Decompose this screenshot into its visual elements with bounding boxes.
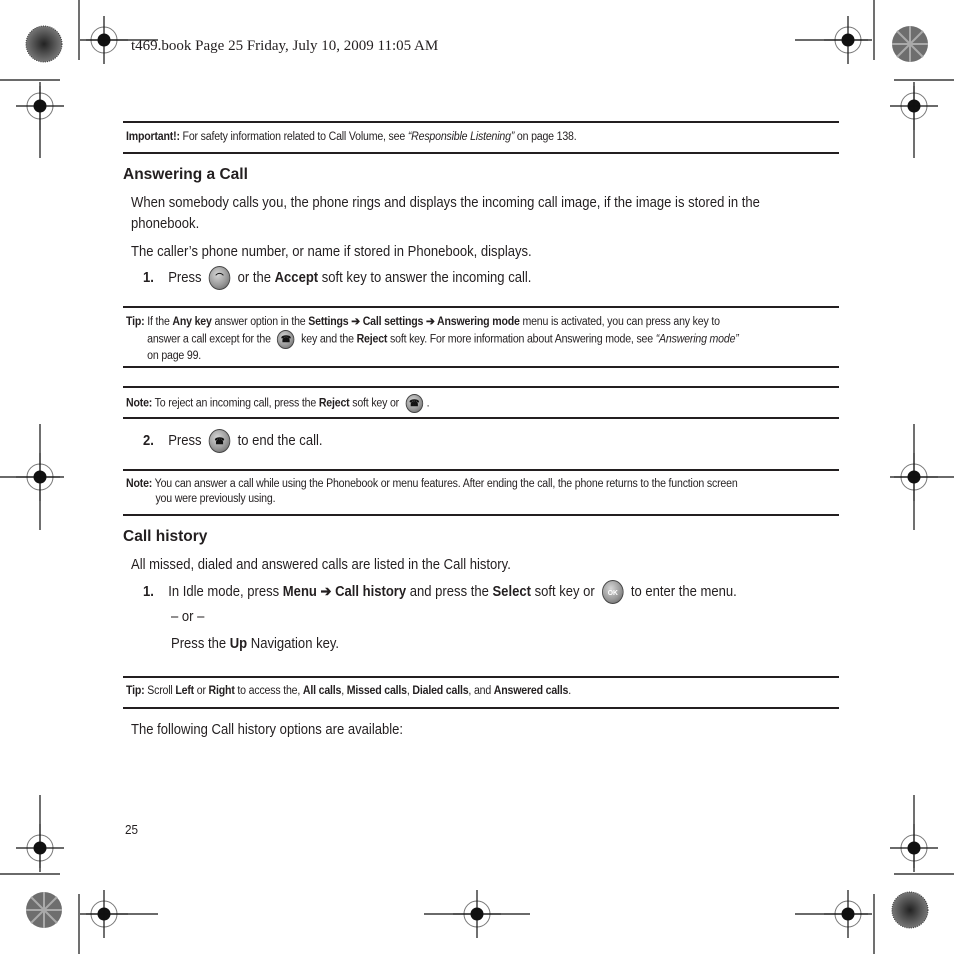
step-text: soft key or — [530, 583, 599, 600]
divider — [123, 152, 839, 154]
important-label: Important!: — [126, 131, 180, 143]
step-text: to end the call. — [233, 432, 323, 449]
tip-text: to access the, — [234, 685, 303, 697]
step-2-end-call: 2. Press ☎ to end the call. — [143, 429, 323, 453]
arrow-icon: ➔ — [423, 316, 438, 328]
tip-text: menu is activated, you can press any key… — [519, 316, 720, 328]
step-text: or the — [233, 269, 275, 286]
tip-bold: All calls — [302, 685, 342, 697]
divider — [123, 469, 839, 471]
step-text: Press — [168, 432, 202, 449]
note-text: you were previously using. — [155, 493, 276, 505]
note-answer-while-using: Note: You can answer a call while using … — [126, 477, 738, 507]
important-note: Important!: For safety information relat… — [126, 130, 577, 145]
tip-bold: Missed calls — [346, 685, 407, 697]
divider — [123, 366, 839, 368]
paragraph: The caller’s phone number, or name if st… — [131, 244, 532, 260]
arrow-icon: ➔ — [316, 583, 336, 600]
answering-mode-link[interactable]: “Answering mode” — [656, 334, 739, 346]
step-text: soft key to answer the incoming call. — [318, 269, 532, 286]
step-text: to enter the menu. — [627, 583, 737, 600]
tip-bold: Settings — [308, 316, 349, 328]
paragraph: All missed, dialed and answered calls ar… — [131, 557, 511, 573]
note-label: Note: — [126, 397, 153, 410]
responsible-listening-link[interactable]: “Responsible Listening” — [408, 131, 515, 143]
starburst-mark-icon — [26, 892, 62, 928]
alt-instruction: Press the Up Navigation key. — [171, 634, 339, 655]
tip-text: If the — [144, 316, 173, 328]
print-header-stamp: t469.book Page 25 Friday, July 10, 2009 … — [131, 38, 439, 54]
divider — [123, 121, 839, 123]
tip-bold: Left — [175, 685, 194, 697]
select-softkey-label: Select — [492, 583, 531, 600]
note-label: Note: — [126, 478, 153, 490]
step-text: and press the — [406, 583, 493, 600]
tip-bold: Answered calls — [493, 685, 569, 697]
tip-label: Tip: — [126, 685, 145, 697]
step-number: 1. — [143, 583, 154, 600]
note-text: To reject an incoming call, press the — [152, 397, 319, 410]
end-key-icon: ☎ — [208, 429, 231, 453]
tip-bold: Any key — [172, 316, 212, 328]
important-text: For safety information related to Call V… — [179, 131, 408, 143]
tip-text: answer a call except for the — [147, 333, 274, 346]
tip-bold: Call settings — [362, 316, 424, 328]
step-text: In Idle mode, press — [168, 583, 283, 600]
section-heading-call-history: Call history — [123, 528, 208, 545]
tip-text: soft key. For more information about Ans… — [387, 333, 656, 346]
accept-softkey-label: Accept — [274, 269, 319, 286]
paragraph: The following Call history options are a… — [131, 722, 404, 738]
paragraph: When somebody calls you, the phone rings… — [131, 195, 760, 211]
step-number: 2. — [143, 432, 154, 449]
step-1-open-call-history: 1. In Idle mode, press Menu ➔ Call histor… — [143, 580, 737, 604]
note-bold: Reject — [318, 397, 350, 410]
ok-key-icon: OK — [602, 580, 624, 604]
page-number: 25 — [125, 822, 139, 837]
starburst-mark-icon — [891, 891, 929, 929]
divider — [123, 306, 839, 308]
send-key-icon: ⌒ — [208, 266, 231, 290]
tip-text: , and — [468, 685, 494, 697]
note-reject: Note: To reject an incoming call, press … — [126, 394, 430, 413]
important-text: on page 138. — [514, 131, 577, 143]
tip-text: or — [193, 685, 209, 697]
arrow-icon: ➔ — [348, 316, 363, 328]
note-text: soft key or — [349, 397, 402, 410]
note-text: . — [426, 397, 430, 410]
up-key-label: Up — [229, 636, 248, 652]
starburst-mark-icon — [25, 25, 63, 63]
tip-label: Tip: — [126, 316, 145, 328]
tip-bold: Reject — [356, 333, 388, 346]
end-key-icon: ☎ — [405, 394, 423, 413]
divider — [123, 514, 839, 516]
tip-any-key: Tip: If the Any key answer option in the… — [126, 315, 739, 364]
tip-bold: Right — [208, 685, 235, 697]
tip-text: Scroll — [144, 685, 176, 697]
divider — [123, 417, 839, 419]
tip-bold: Dialed calls — [412, 685, 469, 697]
call-history-label: Call history — [335, 583, 407, 600]
step-number: 1. — [143, 269, 154, 286]
divider — [123, 707, 839, 709]
or-separator: – or – — [171, 609, 205, 625]
paragraph: phonebook. — [131, 216, 200, 232]
step-text: Navigation key. — [247, 636, 340, 652]
divider — [123, 386, 839, 388]
step-text: Press — [168, 269, 202, 286]
step-1-answer: 1. Press ⌒ or the Accept soft key to answ… — [143, 266, 531, 290]
step-text: Press the — [171, 636, 230, 652]
divider — [123, 676, 839, 678]
tip-text: answer option in the — [211, 316, 309, 328]
tip-text: key and the — [298, 333, 357, 346]
end-key-icon: ☎ — [277, 330, 295, 349]
tip-text: on page 99. — [147, 350, 202, 362]
note-text: You can answer a call while using the Ph… — [152, 478, 738, 490]
menu-label: Menu — [282, 583, 317, 600]
starburst-mark-icon — [892, 26, 928, 62]
tip-text: . — [568, 685, 572, 697]
tip-scroll: Tip: Scroll Left or Right to access the,… — [126, 684, 571, 699]
tip-bold: Answering mode — [437, 316, 520, 328]
section-heading-answering-a-call: Answering a Call — [123, 166, 248, 183]
